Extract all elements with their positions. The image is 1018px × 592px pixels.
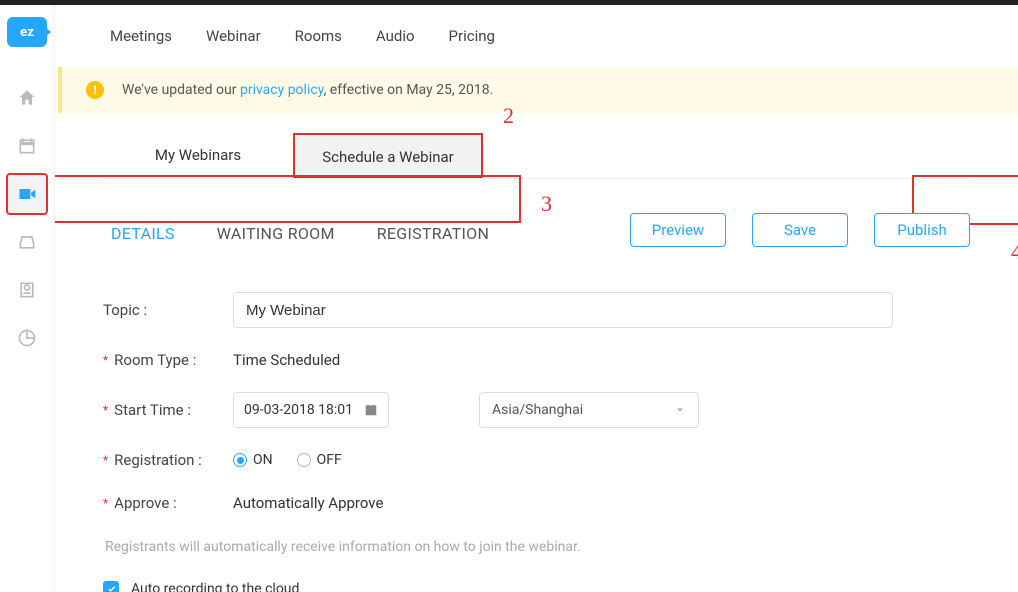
approve-value: Automatically Approve: [233, 494, 383, 512]
row-auto-record: Auto recording to the cloud: [103, 581, 970, 592]
subtab-waiting[interactable]: WAITING ROOM: [217, 224, 335, 243]
menu-rooms[interactable]: Rooms: [295, 27, 342, 45]
video-icon: [17, 184, 37, 204]
notice-banner: ! We've updated our privacy policy, effe…: [58, 67, 1018, 113]
menu-webinar[interactable]: Webinar: [206, 27, 261, 45]
check-icon: [106, 584, 117, 592]
drive-icon: [17, 232, 37, 252]
auto-record-checkbox[interactable]: [103, 581, 119, 592]
calendar-icon: [364, 403, 378, 417]
menubar: Meetings Webinar Rooms Audio Pricing: [55, 5, 1018, 67]
room-type-label-text: Room Type :: [114, 351, 196, 369]
approve-label: * Approve :: [103, 494, 233, 512]
required-marker: *: [103, 453, 108, 467]
start-time-input[interactable]: 09-03-2018 18:01: [233, 392, 389, 428]
calendar-icon: [17, 136, 37, 156]
info-icon: !: [86, 81, 104, 99]
timezone-value: Asia/Shanghai: [492, 402, 583, 418]
row-approve: * Approve : Automatically Approve: [103, 485, 970, 535]
notice-text: We've updated our privacy policy, effect…: [122, 82, 493, 98]
menu-audio[interactable]: Audio: [376, 27, 415, 45]
publish-button[interactable]: Publish: [874, 213, 970, 247]
preview-button[interactable]: Preview: [630, 213, 726, 247]
registration-off-radio[interactable]: OFF: [297, 452, 342, 468]
room-type-label: * Room Type :: [103, 351, 233, 369]
content: 1 2 3 4 My Webinars Schedule a Webinar D…: [55, 113, 1018, 592]
topic-input[interactable]: [233, 292, 893, 328]
room-type-value: Time Scheduled: [233, 351, 340, 369]
radio-icon: [233, 453, 247, 467]
tab-schedule-webinar[interactable]: Schedule a Webinar: [293, 133, 483, 178]
radio-icon: [297, 453, 311, 467]
sidebar-item-drive[interactable]: [6, 221, 48, 263]
row-start-time: * Start Time : 09-03-2018 18:01 Asia/Sha…: [103, 385, 970, 435]
notice-pre: We've updated our: [122, 82, 240, 98]
required-marker: *: [103, 353, 108, 367]
registration-label-text: Registration :: [114, 451, 202, 469]
topic-label-text: Topic :: [103, 301, 147, 319]
sidebar: ez: [0, 5, 55, 592]
app-logo-text: ez: [20, 25, 34, 40]
camera-icon: [45, 27, 51, 37]
start-time-value: 09-03-2018 18:01: [244, 402, 353, 418]
sidebar-item-calendar[interactable]: [6, 125, 48, 167]
start-time-label-text: Start Time :: [114, 401, 191, 419]
tab-row: My Webinars Schedule a Webinar: [103, 133, 970, 179]
required-marker: *: [103, 496, 108, 510]
auto-record-label: Auto recording to the cloud: [131, 581, 299, 592]
menu-meetings[interactable]: Meetings: [110, 27, 172, 45]
main: Meetings Webinar Rooms Audio Pricing ! W…: [55, 5, 1018, 592]
chevron-down-icon: [674, 404, 686, 416]
sidebar-item-home[interactable]: [6, 77, 48, 119]
subtab-details[interactable]: DETAILS: [111, 224, 175, 243]
sidebar-item-reports[interactable]: [6, 317, 48, 359]
app-logo[interactable]: ez: [7, 17, 47, 47]
pie-icon: [17, 328, 37, 348]
privacy-link[interactable]: privacy policy: [240, 82, 324, 98]
start-time-label: * Start Time :: [103, 401, 233, 419]
row-registration: * Registration : ON OFF: [103, 435, 970, 485]
timezone-select[interactable]: Asia/Shanghai: [479, 392, 699, 428]
required-marker: *: [103, 403, 108, 417]
form: Topic : * Room Type : Time Scheduled * S…: [103, 285, 970, 592]
registration-label: * Registration :: [103, 451, 233, 469]
registration-on-label: ON: [253, 452, 273, 468]
registration-off-label: OFF: [317, 452, 342, 468]
notice-post: , effective on May 25, 2018.: [324, 82, 494, 98]
approve-hint: Registrants will automatically receive i…: [105, 539, 970, 555]
save-button[interactable]: Save: [752, 213, 848, 247]
subtab-registration[interactable]: REGISTRATION: [377, 224, 489, 243]
action-buttons: Preview Save Publish: [630, 213, 970, 247]
approve-label-text: Approve :: [114, 494, 177, 512]
sidebar-item-webinar[interactable]: [6, 173, 48, 215]
row-topic: Topic :: [103, 285, 970, 335]
tab-my-webinars[interactable]: My Webinars: [103, 133, 293, 178]
registration-on-radio[interactable]: ON: [233, 452, 273, 468]
menu-pricing[interactable]: Pricing: [449, 27, 495, 45]
registration-radio-group: ON OFF: [233, 452, 342, 468]
row-room-type: * Room Type : Time Scheduled: [103, 335, 970, 385]
home-icon: [17, 88, 37, 108]
anno-4: 4: [1011, 239, 1018, 265]
contacts-icon: [17, 280, 37, 300]
sidebar-item-contacts[interactable]: [6, 269, 48, 311]
subtab-row: DETAILS WAITING ROOM REGISTRATION Previe…: [103, 213, 970, 253]
topic-label: Topic :: [103, 301, 233, 319]
